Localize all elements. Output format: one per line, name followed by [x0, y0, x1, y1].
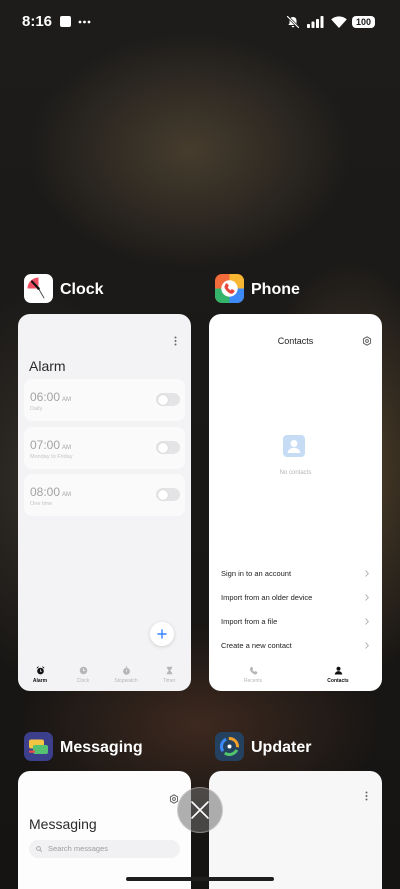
alarm-row: 07:00 AM Monday to Friday	[24, 427, 185, 469]
contacts-title: Contacts	[277, 336, 314, 346]
tab-label: Contacts	[327, 678, 349, 684]
alarm-period: AM	[62, 492, 72, 498]
alarm-clock-icon	[36, 666, 44, 675]
alarm-time-line: 08:00 AM	[30, 485, 71, 502]
cellular-signal-icon	[307, 16, 324, 28]
toggle-knob	[157, 394, 168, 405]
more-notifications-icon	[78, 20, 91, 24]
phone-handset-icon	[249, 666, 257, 675]
messaging-app-icon[interactable]	[24, 732, 53, 761]
alarm-repeat: Daily	[30, 406, 43, 412]
alarm-row: 06:00 AM Daily	[24, 379, 185, 421]
alarm-title: Alarm	[29, 358, 66, 374]
app-header-updater[interactable]: Updater	[215, 732, 311, 761]
alarm-time: 06:00	[30, 390, 61, 404]
person-icon	[334, 666, 342, 675]
battery-indicator: 100	[352, 16, 375, 28]
home-indicator[interactable]	[126, 877, 274, 881]
tab-label: Timer	[162, 678, 176, 684]
app-card-messaging[interactable]: Messaging Search messages	[18, 771, 191, 889]
alarm-time-line: 06:00 AM	[30, 390, 71, 407]
phone-bottom-nav: Recents Contacts	[209, 666, 382, 690]
action-sign-in: Sign in to an account	[209, 561, 382, 585]
chevron-right-icon	[365, 593, 369, 601]
close-icon	[191, 801, 209, 819]
action-label: Create a new contact	[221, 640, 292, 650]
hourglass-icon	[166, 666, 172, 675]
tab-contacts: Contacts	[308, 666, 368, 684]
more-options-icon	[174, 336, 177, 346]
app-header-clock[interactable]: Clock	[24, 274, 104, 303]
add-alarm-button	[150, 622, 174, 646]
search-placeholder: Search messages	[48, 844, 109, 853]
tab-clock: Clock	[63, 666, 103, 684]
tab-alarm: Alarm	[20, 666, 60, 684]
action-import-older-device: Import from an older device	[209, 585, 382, 609]
alarm-time-line: 07:00 AM	[30, 438, 71, 455]
wifi-icon	[331, 16, 347, 28]
action-create-contact: Create a new contact	[209, 633, 382, 657]
action-label: Import from an older device	[221, 592, 313, 602]
alarm-period: AM	[62, 397, 72, 403]
tab-label: Alarm	[32, 678, 48, 684]
tab-label: Recents	[243, 678, 263, 684]
app-header-phone[interactable]: Phone	[215, 274, 300, 303]
alarm-period: AM	[62, 445, 72, 451]
empty-contacts-icon	[283, 435, 305, 457]
tab-label: Clock	[76, 678, 90, 684]
app-label-updater: Updater	[251, 738, 312, 756]
alarm-time: 07:00	[30, 438, 61, 452]
alarm-toggle	[156, 441, 180, 454]
clear-all-button[interactable]	[177, 787, 223, 833]
tab-label: Stopwatch	[114, 678, 138, 684]
toggle-knob	[157, 489, 168, 500]
app-label-messaging: Messaging	[60, 738, 143, 756]
updater-app-icon[interactable]	[215, 732, 244, 761]
tab-stopwatch: Stopwatch	[106, 666, 146, 684]
empty-state-text: No contacts	[279, 470, 312, 476]
status-bar: 8:16 100	[0, 0, 400, 44]
battery-level: 100	[355, 17, 372, 27]
plus-icon	[157, 629, 167, 639]
messaging-title: Messaging	[29, 816, 97, 832]
app-card-clock[interactable]: Alarm 06:00 AM Daily 07:00 AM Monday to …	[18, 314, 191, 691]
alarm-repeat: One time	[30, 501, 53, 507]
settings-gear-icon	[362, 336, 372, 346]
tab-timer: Timer	[149, 666, 189, 684]
more-options-icon	[365, 791, 368, 801]
app-label-phone: Phone	[251, 280, 300, 298]
chevron-right-icon	[365, 641, 369, 649]
search-icon	[36, 846, 42, 852]
alarm-time: 08:00	[30, 485, 61, 499]
clock-bottom-nav: Alarm Clock Stopwatch Timer	[18, 666, 191, 690]
notification-square-icon	[60, 16, 71, 27]
alarm-toggle	[156, 488, 180, 501]
action-label: Sign in to an account	[221, 568, 292, 578]
app-header-messaging[interactable]: Messaging	[24, 732, 143, 761]
clock-app-icon[interactable]	[24, 274, 53, 303]
chevron-right-icon	[365, 569, 369, 577]
app-card-updater[interactable]	[209, 771, 382, 889]
app-label-clock: Clock	[60, 280, 104, 298]
search-bar: Search messages	[29, 840, 180, 858]
clock-icon	[79, 666, 87, 675]
status-time: 8:16	[22, 13, 53, 30]
silent-mode-icon	[286, 15, 300, 29]
phone-app-icon[interactable]	[215, 274, 244, 303]
toggle-knob	[157, 442, 168, 453]
stopwatch-icon	[122, 666, 130, 675]
alarm-row: 08:00 AM One time	[24, 474, 185, 516]
alarm-repeat: Monday to Friday	[30, 454, 73, 460]
action-label: Import from a file	[221, 616, 278, 626]
chevron-right-icon	[365, 617, 369, 625]
alarm-toggle	[156, 393, 180, 406]
action-import-file: Import from a file	[209, 609, 382, 633]
app-card-phone[interactable]: Contacts No contacts Sign in to an accou…	[209, 314, 382, 691]
tab-recents: Recents	[223, 666, 283, 684]
